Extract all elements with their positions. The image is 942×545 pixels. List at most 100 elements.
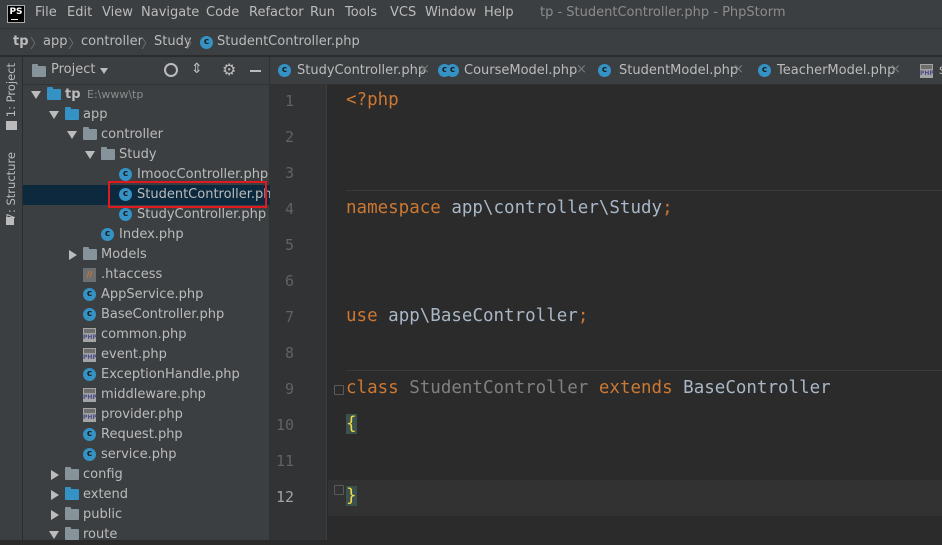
chevron-down-icon[interactable]: [100, 68, 108, 74]
tree-item[interactable]: c ExceptionHandle.php: [23, 365, 270, 385]
code-line: }: [346, 486, 357, 506]
window-title: tp - StudentController.php - PhpStorm: [540, 5, 786, 20]
code-line: use app\BaseController;: [346, 306, 588, 326]
current-line-highlight: [328, 480, 942, 516]
tab-label: TeacherModel.php: [777, 63, 896, 78]
menu-run[interactable]: Run: [310, 5, 335, 20]
chevron-down-icon[interactable]: [67, 131, 77, 139]
php-file-icon: PHP: [83, 408, 97, 422]
menu-code[interactable]: Code: [206, 5, 239, 20]
folder-icon: [65, 527, 79, 540]
tree-item[interactable]: PHP event.php: [23, 345, 270, 365]
close-icon[interactable]: ×: [419, 62, 430, 77]
tree-item[interactable]: // .htaccess: [23, 265, 270, 285]
menu-help[interactable]: Help: [484, 5, 514, 20]
chevron-right-icon: 〉: [141, 37, 155, 52]
locate-icon[interactable]: [164, 63, 178, 77]
menu-refactor[interactable]: Refactor: [249, 5, 304, 20]
close-icon[interactable]: ×: [890, 62, 901, 77]
tree-item[interactable]: c service.php: [23, 445, 270, 465]
tree-item-label: config: [83, 467, 123, 482]
menu-edit[interactable]: Edit: [67, 5, 92, 20]
tree-item[interactable]: c StudyController.php: [23, 205, 270, 225]
code-token: extends: [598, 378, 684, 398]
tree-item[interactable]: c Index.php: [23, 225, 270, 245]
minimize-icon[interactable]: [250, 70, 261, 72]
collapse-all-icon[interactable]: ⇕: [191, 61, 203, 77]
project-tool-tab[interactable]: 1: Project: [4, 63, 18, 117]
tree-item[interactable]: c AppService.php: [23, 285, 270, 305]
breadcrumb-item-file[interactable]: StudentController.php: [217, 34, 360, 49]
code-editor[interactable]: <?php namespace app\controller\Study; use …: [328, 85, 942, 540]
tree-item[interactable]: route: [23, 525, 270, 545]
tab-overflow[interactable]: PHP s: [910, 57, 942, 84]
menu-view[interactable]: View: [102, 5, 133, 20]
gear-icon[interactable]: ⚙: [222, 60, 236, 79]
code-token: <?php: [346, 90, 399, 110]
tab-studentmodel[interactable]: c StudentModel.php ×: [590, 57, 750, 84]
tab-studycontroller[interactable]: c StudyController.php ×: [270, 57, 430, 84]
tab-coursemodel[interactable]: c CourseModel.php c ×: [430, 57, 590, 84]
code-line: namespace app\controller\Study;: [346, 198, 673, 218]
tree-item[interactable]: PHP common.php: [23, 325, 270, 345]
menu-window[interactable]: Window: [425, 5, 476, 20]
class-file-icon: c: [83, 308, 96, 321]
tree-item[interactable]: controller: [23, 125, 270, 145]
breadcrumb-item-controller[interactable]: controller: [81, 34, 143, 49]
close-icon[interactable]: ×: [733, 62, 744, 77]
class-file-icon: c: [278, 64, 291, 77]
menu-file[interactable]: File: [35, 5, 57, 20]
line-number: 3: [284, 164, 294, 182]
tree-item[interactable]: PHP middleware.php: [23, 385, 270, 405]
tree-item[interactable]: tp E:\www\tp: [23, 85, 270, 105]
menu-tools[interactable]: Tools: [345, 5, 377, 20]
close-icon[interactable]: ×: [576, 62, 587, 77]
tree-item[interactable]: c BaseController.php: [23, 305, 270, 325]
breadcrumb-item-app[interactable]: app: [43, 34, 67, 49]
line-number: 4: [284, 200, 294, 218]
tree-item[interactable]: c Request.php: [23, 425, 270, 445]
chevron-down-icon[interactable]: [31, 91, 41, 99]
chevron-right-icon[interactable]: [51, 490, 59, 500]
menu-vcs[interactable]: VCS: [390, 5, 416, 20]
folder-icon: [47, 87, 61, 100]
chevron-right-icon[interactable]: [51, 510, 59, 520]
class-file-icon: c: [83, 368, 96, 381]
chevron-right-icon: 〉: [68, 37, 82, 52]
chevron-right-icon[interactable]: [51, 470, 59, 480]
tree-item[interactable]: Study: [23, 145, 270, 165]
tree-item[interactable]: Models: [23, 245, 270, 265]
tree-item[interactable]: PHP provider.php: [23, 405, 270, 425]
tree-item[interactable]: app: [23, 105, 270, 125]
chevron-down-icon[interactable]: [85, 151, 95, 159]
tree-item-label: common.php: [101, 327, 187, 342]
tab-label: CourseModel.php: [464, 63, 578, 78]
structure-tool-tab[interactable]: 7: Structure: [4, 152, 18, 220]
menu-navigate[interactable]: Navigate: [141, 5, 199, 20]
tree-item[interactable]: config: [23, 465, 270, 485]
tab-teachermodel[interactable]: c TeacherModel.php ×: [750, 57, 910, 84]
line-number-gutter: 1 2 3 4 5 6 7 8 9 10 11 12: [270, 85, 327, 540]
chevron-down-icon[interactable]: [49, 531, 59, 539]
class-file-icon: c: [758, 64, 771, 77]
fold-marker-icon[interactable]: [334, 485, 344, 495]
chevron-down-icon[interactable]: [49, 111, 59, 119]
tree-item[interactable]: public: [23, 505, 270, 525]
project-view-icon: [32, 64, 46, 77]
project-view-title[interactable]: Project: [51, 62, 95, 77]
chevron-right-icon[interactable]: [69, 250, 77, 260]
line-number: 6: [284, 272, 294, 290]
breadcrumb-item-tp[interactable]: tp: [13, 34, 29, 49]
php-file-icon: PHP: [83, 348, 97, 362]
tree-item-label: app: [83, 107, 108, 122]
phpstorm-logo-icon: PS: [7, 5, 25, 23]
code-token: class: [346, 378, 410, 398]
highlight-box: [108, 181, 267, 208]
line-number: 1: [284, 92, 294, 110]
chevron-right-icon: 〉: [186, 37, 200, 52]
tree-item-label: BaseController.php: [101, 307, 225, 322]
code-token: StudentController: [409, 378, 599, 398]
class-file-icon: c: [83, 288, 96, 301]
fold-marker-icon[interactable]: [334, 385, 344, 395]
tree-item[interactable]: extend: [23, 485, 270, 505]
